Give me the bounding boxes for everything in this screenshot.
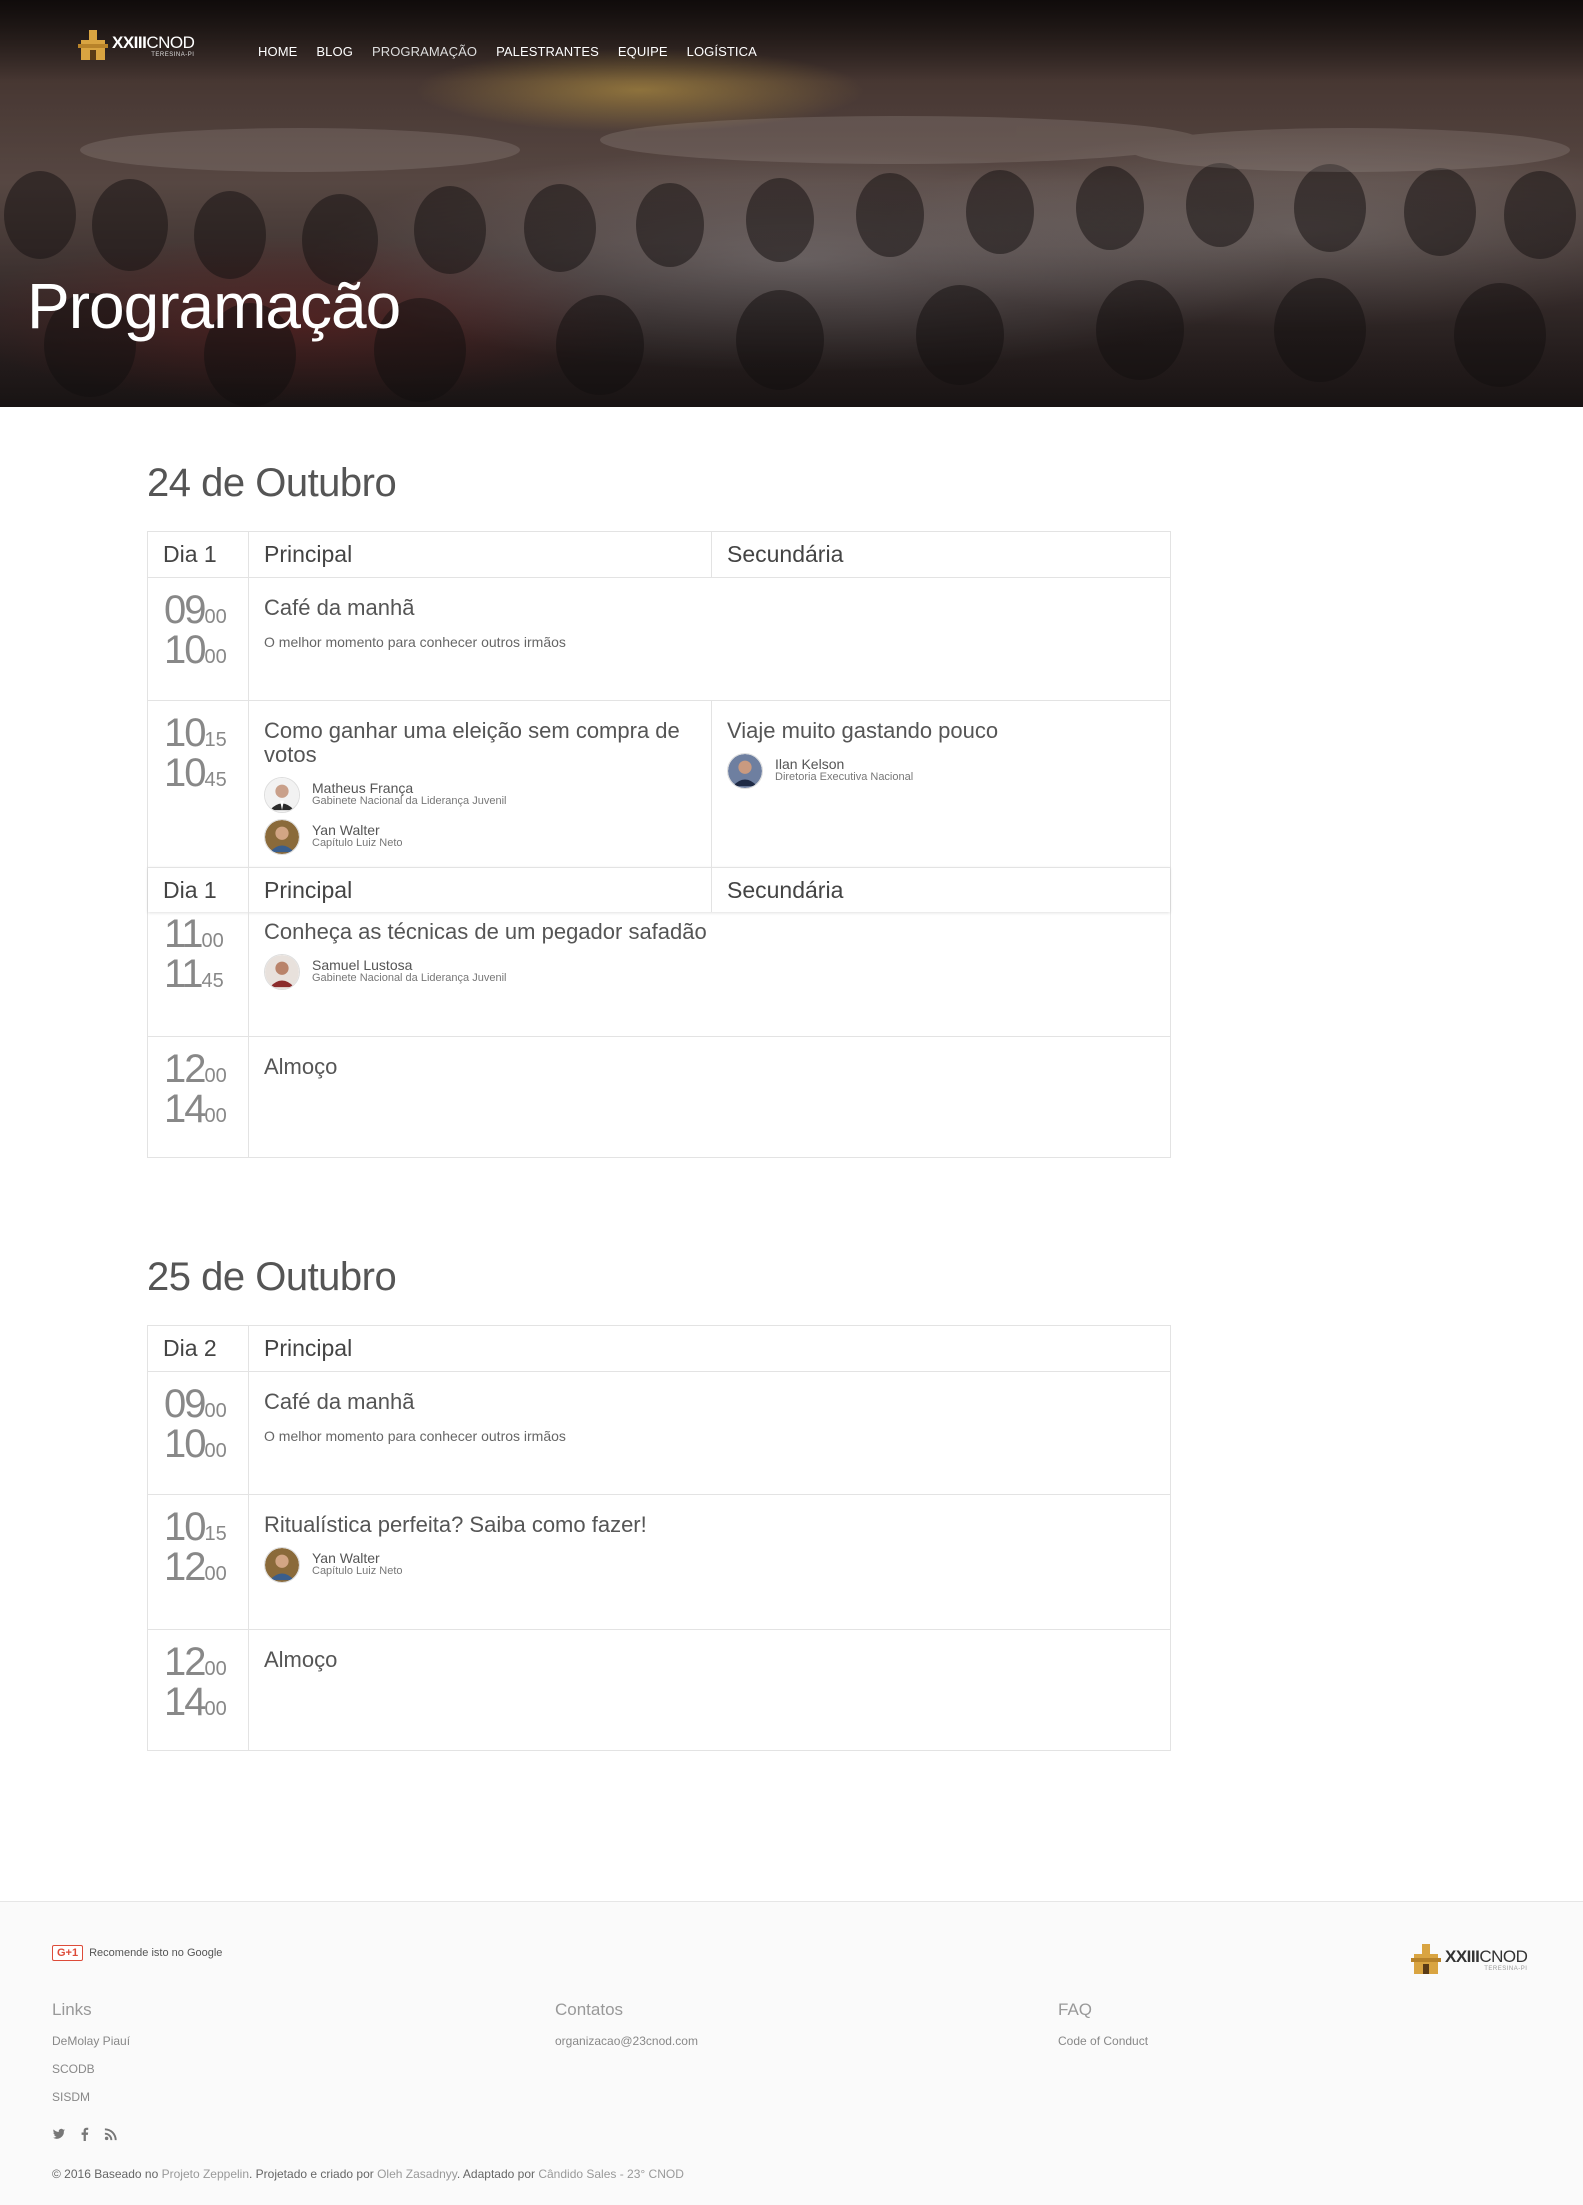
event-cell: Almoço <box>249 1630 1170 1750</box>
event-title: Almoço <box>264 1647 338 1672</box>
nav-logistica[interactable]: LOGÍSTICA <box>687 44 757 59</box>
event-title: Café da manhã <box>264 595 415 620</box>
footer-links-column: Links DeMolay Piauí SCODB SISDM <box>52 2000 130 2104</box>
speaker[interactable]: Yan Walter Capítulo Luiz Neto <box>264 1547 1170 1583</box>
footer-link-demolay-piaui[interactable]: DeMolay Piauí <box>52 2034 130 2048</box>
event-cell: Café da manhã O melhor momento para conh… <box>249 578 1170 700</box>
event-cell: Ritualística perfeita? Saiba como fazer!… <box>249 1495 1170 1629</box>
event-title: Café da manhã <box>264 1389 415 1414</box>
header-main-track: Principal <box>264 1335 353 1361</box>
twitter-icon[interactable] <box>52 2127 66 2141</box>
link-author[interactable]: Oleh Zasadnyy <box>377 2167 457 2181</box>
castle-crest-icon <box>1411 1944 1441 1974</box>
avatar <box>264 777 300 813</box>
avatar <box>727 753 763 789</box>
header-secondary-track: Secundária <box>711 532 1173 577</box>
avatar <box>264 819 300 855</box>
speaker[interactable]: Yan Walter Capítulo Luiz Neto <box>264 819 711 855</box>
header-day: Dia 2 <box>148 1326 249 1371</box>
schedule-header: Dia 2 Principal <box>148 1326 1170 1371</box>
google-plus-widget[interactable]: G+1 Recomende isto no Google <box>52 1945 222 1961</box>
slot-time: 1100 1145 <box>148 912 249 1036</box>
avatar <box>264 1547 300 1583</box>
link-projeto-zeppelin[interactable]: Projeto Zeppelin <box>162 2167 249 2181</box>
event-cell-main: Como ganhar uma eleição sem compra de vo… <box>249 701 711 867</box>
schedule-row: 0900 1000 Café da manhã O melhor momento… <box>148 1371 1170 1494</box>
footer-logo[interactable]: XXIIICNOD TERESINA-PI <box>1411 1942 1528 1978</box>
event-description: O melhor momento para conhecer outros ir… <box>264 634 566 650</box>
footer-contacts-title: Contatos <box>555 2000 624 2019</box>
facebook-icon[interactable] <box>78 2127 92 2141</box>
footer-links-title: Links <box>52 2000 92 2019</box>
avatar <box>264 954 300 990</box>
header-day: Dia 1 <box>148 532 249 577</box>
google-plus-button[interactable]: G+1 <box>52 1945 84 1961</box>
header-main-track: Principal <box>264 877 353 903</box>
footer-link-code-of-conduct[interactable]: Code of Conduct <box>1058 2034 1148 2048</box>
slot-time: 0900 1000 <box>148 1372 249 1494</box>
page-title: Programação <box>27 270 401 342</box>
schedule-row: 1015 1200 Ritualística perfeita? Saiba c… <box>148 1494 1170 1629</box>
slot-time: 1015 1045 <box>148 701 249 867</box>
event-cell: Conheça as técnicas de um pegador safadã… <box>249 912 1170 1036</box>
schedule-table-day-1: Dia 1 Principal Secundária 0900 1000 Caf… <box>147 531 1171 1158</box>
event-title[interactable]: Viaje muito gastando pouco <box>727 719 1173 743</box>
slot-time: 1015 1200 <box>148 1495 249 1629</box>
event-cell-secondary: Viaje muito gastando pouco Ilan Kelson Di… <box>711 701 1173 867</box>
footer-contacts-column: Contatos organizacao@23cnod.com <box>555 2000 698 2048</box>
event-title[interactable]: Conheça as técnicas de um pegador safadã… <box>264 920 1170 944</box>
event-description: O melhor momento para conhecer outros ir… <box>264 1428 566 1444</box>
site-footer: G+1 Recomende isto no Google XXIIICNOD T… <box>0 1901 1583 2205</box>
footer-faq-title: FAQ <box>1058 2000 1093 2019</box>
footer-faq-column: FAQ Code of Conduct <box>1058 2000 1148 2048</box>
speaker[interactable]: Samuel Lustosa Gabinete Nacional da Lider… <box>264 954 1170 990</box>
event-title: Almoço <box>264 1054 338 1079</box>
slot-time: 1200 1400 <box>148 1630 249 1750</box>
day-title: 24 de Outubro <box>147 461 397 505</box>
event-title[interactable]: Como ganhar uma eleição sem compra de vo… <box>264 719 711 767</box>
site-logo[interactable]: XXIIICNOD TERESINA-PI <box>78 28 195 64</box>
event-cell: Almoço <box>249 1037 1170 1157</box>
schedule-row: 1200 1400 Almoço <box>148 1036 1170 1157</box>
social-links <box>52 2127 118 2141</box>
schedule-row: 1015 1045 Como ganhar uma eleição sem co… <box>148 700 1170 867</box>
hero-banner: XXIIICNOD TERESINA-PI HOME BLOG PROGRAMA… <box>0 0 1583 407</box>
header-secondary-track: Secundária <box>711 868 1173 912</box>
speaker[interactable]: Ilan Kelson Diretoria Executiva Nacional <box>727 753 1173 789</box>
main-nav: HOME BLOG PROGRAMAÇÃO PALESTRANTES EQUIP… <box>258 44 757 59</box>
nav-programacao[interactable]: PROGRAMAÇÃO <box>372 44 477 59</box>
nav-equipe[interactable]: EQUIPE <box>618 44 668 59</box>
nav-home[interactable]: HOME <box>258 44 297 59</box>
event-title[interactable]: Ritualística perfeita? Saiba como fazer! <box>264 1513 1170 1537</box>
header-main-track: Principal <box>264 541 353 567</box>
schedule-header-sticky: Dia 1 Principal Secundária <box>148 867 1170 912</box>
header-day: Dia 1 <box>148 868 249 912</box>
copyright-text: © 2016 Baseado no Projeto Zeppelin. Proj… <box>52 2167 684 2181</box>
footer-link-sisdm[interactable]: SISDM <box>52 2090 130 2104</box>
nav-blog[interactable]: BLOG <box>316 44 353 59</box>
schedule-header: Dia 1 Principal Secundária <box>148 532 1170 577</box>
schedule-row: 0900 1000 Café da manhã O melhor momento… <box>148 577 1170 700</box>
castle-crest-icon <box>78 30 108 60</box>
schedule-table-day-2: Dia 2 Principal 0900 1000 Café da manhã … <box>147 1325 1171 1751</box>
footer-link-scodb[interactable]: SCODB <box>52 2062 130 2076</box>
slot-time: 1200 1400 <box>148 1037 249 1157</box>
day-title: 25 de Outubro <box>147 1255 397 1299</box>
google-plus-text: Recomende isto no Google <box>89 1947 223 1959</box>
footer-contact-email[interactable]: organizacao@23cnod.com <box>555 2034 698 2048</box>
schedule-row: 1200 1400 Almoço <box>148 1629 1170 1750</box>
speaker[interactable]: Matheus França Gabinete Nacional da Lider… <box>264 777 711 813</box>
nav-palestrantes[interactable]: PALESTRANTES <box>496 44 599 59</box>
slot-time: 0900 1000 <box>148 578 249 700</box>
link-adapter[interactable]: Cândido Sales - 23° CNOD <box>538 2167 684 2181</box>
event-cell: Café da manhã O melhor momento para conh… <box>249 1372 1170 1494</box>
schedule-row: 1100 1145 Conheça as técnicas de um pega… <box>148 912 1170 1036</box>
rss-icon[interactable] <box>104 2127 118 2141</box>
